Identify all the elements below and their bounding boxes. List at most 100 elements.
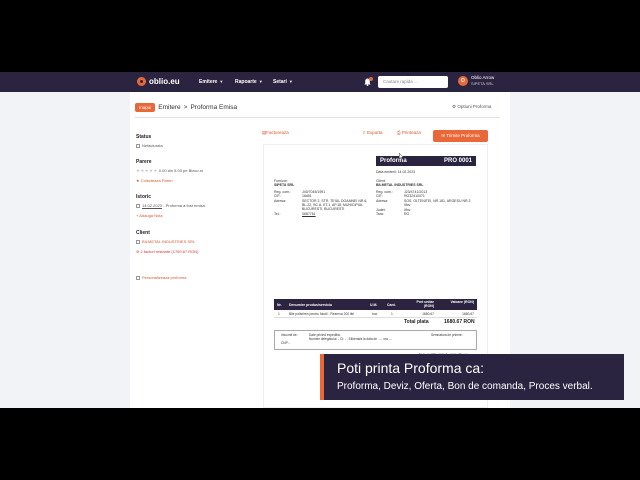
status-checkbox[interactable]: Nefacturata [136, 143, 163, 148]
personalize-label: Personalizeaza proforma [142, 275, 187, 280]
star-icon: ★ [136, 178, 140, 183]
col-um: U.M. [370, 303, 378, 307]
client-addr-label: Adresa: [376, 199, 389, 203]
istoric-date[interactable]: 14.02.2023 [142, 203, 162, 208]
nav-emitere[interactable]: Emitere ▼ [199, 79, 223, 85]
user-menu[interactable]: O Oblio Arrow SIPETA SRL [458, 75, 494, 86]
print-button[interactable]: ⎙ Printeaza [397, 130, 421, 135]
semnatura-label: Semnatura de primire: [431, 333, 463, 337]
furnizor-addr3: BUCURESTI, BUCURESTI [302, 207, 345, 211]
document-header: Proforma PRO 0001 [376, 156, 476, 166]
mouse-cursor-icon [399, 147, 405, 160]
furnizor-addr-label: Adresa: [274, 199, 287, 203]
checkbox-icon [136, 203, 140, 208]
furnizor-cif: 16d51 [302, 194, 312, 198]
client-tara: RO [404, 212, 410, 216]
colecteaza-pareri-link[interactable]: ★ Colecteaza Pareri [136, 178, 173, 183]
date-label: Data emiterii: [376, 170, 397, 174]
rating-text: 0.00 din 5.00 pe Bizoo.ro [158, 168, 204, 173]
factureaza-label: Factureaza [266, 130, 289, 135]
quick-search-input[interactable]: Cautare rapida ... [378, 76, 448, 88]
client-addr1: SOS. OLTENITEI, NR.181, ARGESU NR.3 [404, 199, 471, 203]
user-company: SIPETA SRL [471, 81, 494, 86]
istoric-title: Istoric [136, 194, 152, 200]
logo[interactable]: oblio.eu [137, 77, 180, 86]
furnizor-name-text: SIPETA SRL [274, 183, 295, 187]
document-client-name: BILMETAL INDUSTRIES SRL [376, 183, 424, 187]
send-proforma-button[interactable]: ✉ Trimite Proforma [433, 130, 488, 142]
nav-emitere-label: Emitere [199, 79, 218, 85]
overlay-accent-bar [320, 354, 324, 400]
adauga-nota-link[interactable]: + Adauga Nota [136, 213, 163, 218]
client-invoices: 2 facturi restante (1769.67 RON) [140, 249, 199, 254]
back-button[interactable]: Inapoi [135, 103, 156, 112]
intocmit-label: Intocmit de: [281, 333, 298, 337]
rating-stars-icon: ★★★★★ [136, 168, 158, 173]
signature-box: Intocmit de: CNP: - Date privind expedit… [274, 330, 477, 350]
row-nr: 1 [278, 312, 280, 316]
export-icon: ⇪ [362, 130, 366, 135]
nav-rapoarte-label: Rapoarte [235, 79, 257, 85]
row-price: 1680.67 [422, 312, 434, 316]
table-row: 1 Bile polistiren pentru fotolii - Rezer… [274, 310, 477, 318]
export-button[interactable]: ⇪ Exporta [362, 130, 383, 136]
avatar: O [458, 75, 468, 86]
alert-icon: ⊘ [136, 249, 140, 254]
plus-icon: + [136, 213, 139, 218]
chevron-down-icon: ▼ [258, 79, 263, 84]
printer-icon: ⎙ [397, 130, 401, 135]
document-number: PRO 0001 [444, 158, 473, 164]
adauga-nota-label: Adauga Nota [139, 213, 163, 218]
expeditie-text: Numele delegatului: - CI: - , Eliberat/a… [309, 337, 393, 341]
export-label: Exporta [367, 130, 383, 135]
status-title: Status [136, 134, 152, 140]
client-cif-label: CIF: [376, 194, 383, 198]
client-tara-label: Tara: [376, 212, 384, 216]
logo-text: oblio.eu [149, 77, 180, 86]
parere-title: Parere [136, 159, 152, 165]
client-name: BILMETAL INDUSTRIES SRL [142, 239, 196, 244]
total-label: Total plata [404, 319, 429, 325]
breadcrumb-root[interactable]: Emitere [158, 104, 180, 111]
client-invoices-link[interactable]: ⊘ 2 facturi restante (1769.67 RON) [136, 249, 199, 254]
document-client-name-text: BILMETAL INDUSTRIES SRL [376, 183, 424, 187]
client-title: Client [136, 230, 150, 236]
gear-icon: ⚙ [452, 104, 457, 109]
logo-icon [137, 77, 146, 86]
factureaza-button[interactable]: ▤Factureaza [262, 130, 289, 136]
status-value: Nefacturata [142, 143, 163, 148]
col-valoare: Valoare (RON) [450, 300, 474, 304]
istoric-entry: 14.02.2023 - Proforma a fost emisa. [136, 203, 206, 208]
print-label: Printeaza [401, 130, 421, 135]
document-date: Data emiterii: 14.02.2023 [376, 170, 415, 174]
app-window: oblio.eu Emitere ▼ Rapoarte ▼ Setari ▼ Caut… [0, 72, 640, 408]
date-value: 14.02.2023 [397, 170, 416, 174]
nav-setari-label: Setari [273, 79, 287, 85]
overlay-subtitle: Proforma, Deviz, Oferta, Bon de comanda,… [337, 381, 593, 392]
nav-setari[interactable]: Setari ▼ [273, 79, 293, 85]
top-navbar: oblio.eu Emitere ▼ Rapoarte ▼ Setari ▼ Caut… [0, 72, 640, 92]
options-label: Optiuni Proforma [457, 104, 492, 109]
col-nr: Nr. [277, 303, 282, 307]
furnizor-tel-label: Tel.: [274, 212, 281, 216]
personalize-link[interactable]: Personalizeaza proforma [136, 275, 186, 280]
breadcrumb: Inapoi Emitere > Proforma Emisa [135, 103, 237, 112]
total-plata: Total plata 1680.67 RON [404, 319, 475, 325]
edit-icon [136, 275, 140, 280]
notifications-bell-icon[interactable] [364, 77, 373, 86]
nav-rapoarte[interactable]: Rapoarte ▼ [235, 79, 263, 85]
options-menu-button[interactable]: ⚙ Optiuni Proforma [452, 104, 491, 110]
send-label: Trimite Proforma [446, 133, 480, 138]
cnp-label: CNP: - [281, 341, 291, 345]
row-um: buc [372, 312, 378, 316]
send-icon: ✉ [441, 133, 446, 138]
divider [135, 117, 500, 118]
furnizor-cif-label: CIF: [274, 194, 281, 198]
client-name-link[interactable]: BILMETAL INDUSTRIES SRL [136, 239, 195, 244]
items-table-header: Nr. Denumire produs/serviciu U.M. Cant. … [274, 299, 477, 310]
overlay-title: Poti printa Proforma ca: [337, 360, 485, 376]
breadcrumb-separator: > [183, 104, 188, 111]
istoric-text: - Proforma a fost emisa. [162, 203, 206, 208]
furnizor-name: SIPETA SRL [274, 183, 294, 187]
row-qty: 1 [391, 312, 393, 316]
